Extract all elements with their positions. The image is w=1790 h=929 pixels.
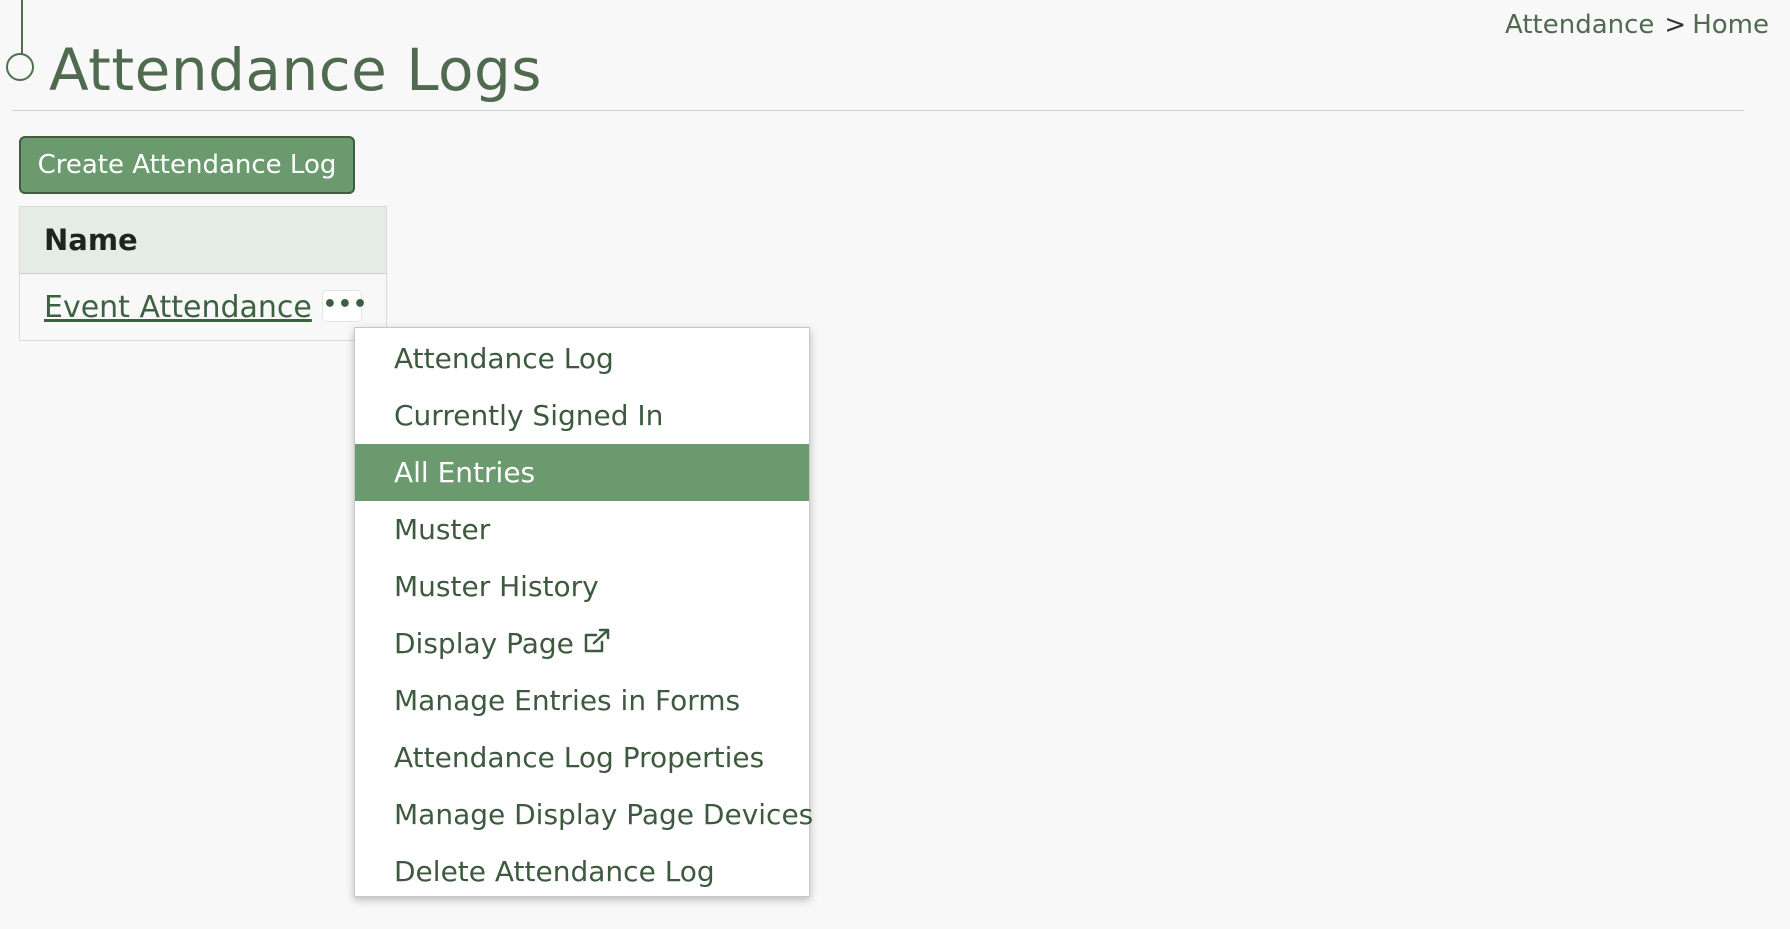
- breadcrumb-item-attendance[interactable]: Attendance: [1505, 10, 1654, 40]
- menu-item-all-entries[interactable]: All Entries: [355, 444, 809, 501]
- menu-item-muster-history[interactable]: Muster History: [355, 558, 809, 615]
- breadcrumb: Attendance > Home: [1505, 10, 1769, 40]
- create-attendance-log-button[interactable]: Create Attendance Log: [19, 136, 355, 194]
- timeline-line: [21, 0, 23, 55]
- table-row: Event Attendance •••: [20, 274, 387, 341]
- breadcrumb-separator: >: [1664, 10, 1687, 40]
- attendance-logs-table: Name Event Attendance •••: [19, 206, 387, 341]
- ellipsis-icon[interactable]: •••: [321, 290, 367, 322]
- menu-item-attendance-log[interactable]: Attendance Log: [355, 330, 809, 387]
- menu-item-currently-signed-in[interactable]: Currently Signed In: [355, 387, 809, 444]
- menu-item-manage-display-page-devices[interactable]: Manage Display Page Devices: [355, 786, 813, 843]
- external-link-icon: [584, 628, 610, 653]
- event-attendance-link[interactable]: Event Attendance: [44, 290, 312, 325]
- menu-item-display-page[interactable]: Display Page: [355, 615, 809, 672]
- menu-item-attendance-log-properties[interactable]: Attendance Log Properties: [355, 729, 809, 786]
- table-header-row: Name: [19, 206, 387, 274]
- row-actions-dropdown: Attendance Log Currently Signed In All E…: [354, 327, 813, 900]
- menu-item-manage-entries-in-forms[interactable]: Manage Entries in Forms: [355, 672, 809, 729]
- page-title: Attendance Logs: [49, 36, 543, 104]
- page: Attendance Logs Attendance > Home Create A…: [0, 0, 1790, 929]
- column-header-name: Name: [19, 206, 387, 274]
- breadcrumb-item-home[interactable]: Home: [1692, 10, 1769, 40]
- menu-item-display-page-label: Display Page: [394, 627, 574, 660]
- menu-item-delete-attendance-log[interactable]: Delete Attendance Log: [355, 843, 809, 900]
- table-cell-name: Event Attendance •••: [20, 274, 387, 341]
- title-divider: [12, 110, 1744, 111]
- menu-item-muster[interactable]: Muster: [355, 501, 809, 558]
- timeline-node-icon: [6, 53, 34, 81]
